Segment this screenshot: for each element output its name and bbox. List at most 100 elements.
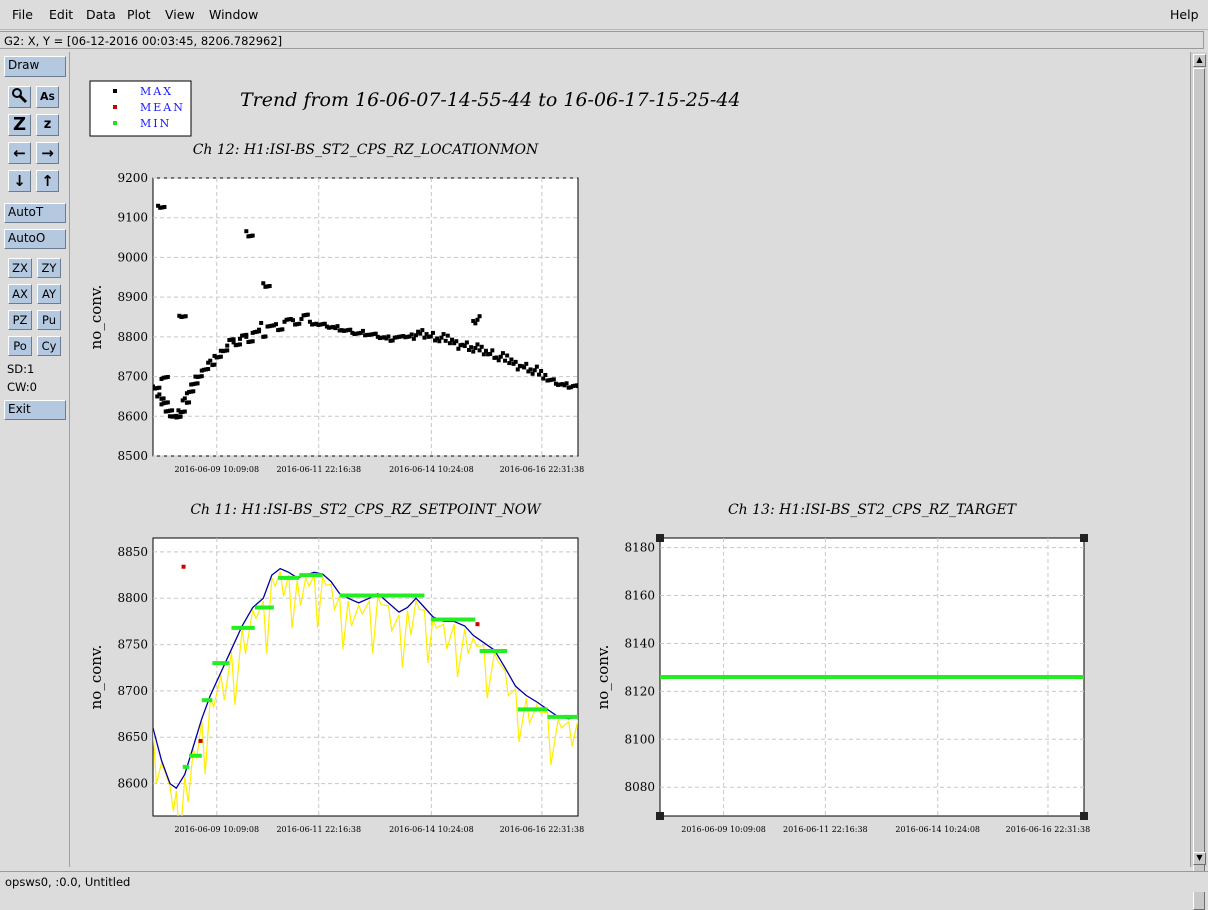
data-point	[498, 354, 503, 359]
data-point	[471, 349, 476, 354]
ay-button[interactable]: AY	[37, 284, 61, 304]
data-point	[443, 338, 448, 343]
y-tick-label: 8850	[117, 545, 148, 559]
data-point	[178, 414, 183, 419]
x-tick-label: 2016-06-09 10:09:08	[174, 465, 259, 474]
data-point	[250, 233, 255, 238]
x-tick-label: 2016-06-11 22:16:38	[276, 825, 361, 834]
data-point	[244, 334, 249, 339]
scroll-up-icon[interactable]: ▲	[1193, 54, 1206, 67]
data-point	[280, 327, 285, 332]
up-arrow-icon[interactable]: ↑	[36, 170, 59, 192]
data-point	[157, 392, 162, 397]
zx-button[interactable]: ZX	[8, 258, 32, 278]
data-point	[212, 362, 217, 367]
data-point	[409, 332, 414, 337]
mean-outlier-point	[475, 622, 480, 627]
draw-button[interactable]: Draw	[4, 56, 66, 77]
data-point	[515, 367, 520, 372]
menu-edit[interactable]: Edit	[49, 7, 73, 22]
y-tick-label: 8120	[624, 684, 655, 698]
data-point	[464, 340, 469, 345]
data-point	[335, 324, 340, 329]
y-axis-label: no_conv.	[87, 285, 105, 350]
y-tick-label: 8140	[624, 636, 655, 650]
data-point	[199, 374, 204, 379]
data-point	[475, 342, 480, 347]
menu-view[interactable]: View	[165, 7, 195, 22]
data-point	[477, 314, 482, 319]
text-as-icon[interactable]: AS	[36, 86, 59, 108]
left-arrow-icon[interactable]: ←	[8, 142, 31, 164]
pz-button[interactable]: PZ	[8, 310, 32, 330]
x-tick-label: 2016-06-14 10:24:08	[389, 825, 474, 834]
plot-area	[152, 537, 579, 817]
menu-help[interactable]: Help	[1170, 7, 1199, 22]
down-arrow-icon[interactable]: ↓	[8, 170, 31, 192]
data-point	[479, 344, 484, 349]
autot-button[interactable]: AutoT	[4, 203, 66, 223]
right-arrow-icon[interactable]: →	[36, 142, 59, 164]
autoo-button[interactable]: AutoO	[4, 229, 66, 249]
menu-window[interactable]: Window	[209, 7, 258, 22]
x-tick-label: 2016-06-14 10:24:08	[389, 465, 474, 474]
data-point	[551, 377, 556, 382]
menu-data[interactable]: Data	[86, 7, 116, 22]
data-point	[450, 337, 455, 342]
data-point	[259, 320, 264, 325]
data-point	[187, 400, 192, 405]
data-point	[162, 204, 167, 209]
tool-panel: Draw AS Z z ← → ↓ ↑ AutoT AutoO ZX ZY AX…	[0, 52, 70, 867]
selection-handle	[656, 534, 664, 542]
data-point	[428, 334, 433, 339]
data-point	[528, 367, 533, 372]
ax-button[interactable]: AX	[8, 284, 32, 304]
scroll-down-icon[interactable]: ▼	[1193, 852, 1206, 865]
data-point	[496, 358, 501, 363]
data-point	[445, 333, 450, 338]
zoom-out-z-icon[interactable]: z	[36, 114, 59, 136]
data-point	[418, 331, 423, 336]
data-point	[274, 322, 279, 327]
exit-button[interactable]: Exit	[4, 400, 66, 420]
data-point	[505, 353, 510, 358]
menu-bar: File Edit Data Plot View Window Help	[0, 0, 1208, 30]
data-point	[244, 229, 249, 234]
data-point	[507, 361, 512, 366]
data-point	[564, 381, 569, 386]
y-tick-label: 8500	[117, 449, 148, 463]
data-point	[422, 335, 427, 340]
data-point	[441, 332, 446, 337]
y-tick-label: 8800	[117, 330, 148, 344]
data-point	[225, 348, 230, 353]
zy-button[interactable]: ZY	[37, 258, 61, 278]
magnify-icon[interactable]	[8, 86, 31, 108]
data-point	[250, 339, 255, 344]
po-button[interactable]: Po	[8, 336, 32, 356]
data-point	[475, 317, 480, 322]
data-point	[237, 342, 242, 347]
x-tick-label: 2016-06-11 22:16:38	[276, 465, 361, 474]
data-point	[437, 339, 442, 344]
zoom-in-z-icon[interactable]: Z	[8, 114, 31, 136]
y-tick-label: 8750	[117, 638, 148, 652]
y-tick-label: 8800	[117, 591, 148, 605]
y-tick-label: 8600	[117, 777, 148, 791]
pu-button[interactable]: Pu	[37, 310, 61, 330]
y-axis-label: no_conv.	[594, 645, 612, 710]
selection-handle	[1080, 534, 1088, 542]
data-point	[420, 328, 425, 333]
x-tick-label: 2016-06-11 22:16:38	[783, 825, 868, 834]
x-tick-label: 2016-06-16 22:31:38	[500, 465, 585, 474]
data-point	[257, 327, 262, 332]
menu-file[interactable]: File	[12, 7, 33, 22]
vertical-scrollbar[interactable]: ▲ ▼	[1190, 52, 1207, 910]
plot-canvas[interactable]: MAX MEAN MIN Trend from 16-06-07-14-55-4…	[73, 52, 1188, 867]
cy-button[interactable]: Cy	[37, 336, 61, 356]
menu-plot[interactable]: Plot	[127, 7, 151, 22]
y-tick-label: 8650	[117, 730, 148, 744]
mean-outlier-point	[198, 738, 203, 743]
scroll-thumb[interactable]	[1193, 68, 1205, 910]
data-point	[413, 333, 418, 338]
data-point	[503, 358, 508, 363]
